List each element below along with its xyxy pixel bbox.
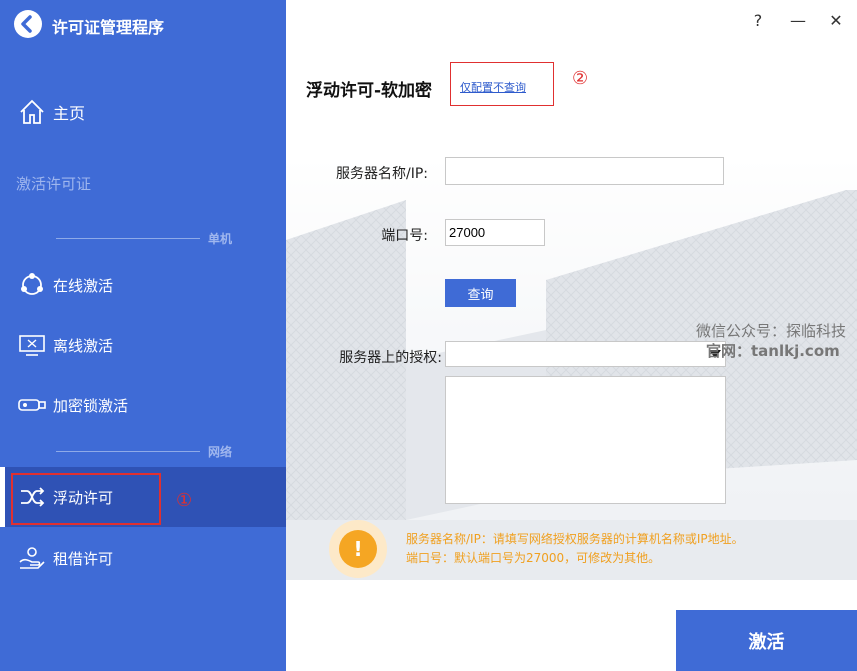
activate-button[interactable]: 激活 <box>676 610 857 671</box>
section-label-standalone: 单机 <box>208 232 233 246</box>
active-indicator <box>0 467 5 527</box>
sidebar-item-dongle-activation[interactable]: 加密锁激活 <box>0 375 286 435</box>
close-button[interactable]: ✕ <box>824 10 848 32</box>
annotation-marker: ① <box>176 490 193 511</box>
sidebar-item-home-label: 主页 <box>53 104 86 123</box>
minimize-button[interactable]: — <box>786 10 810 32</box>
sidebar: 许可证管理程序 主页 激活许可证 单机 在线激活 离线激活 加密锁激活 网络 浮… <box>0 0 286 671</box>
home-icon <box>20 99 44 124</box>
watermark-wechat: 微信公众号：探临科技 <box>696 322 847 340</box>
sidebar-item-online-activation[interactable]: 在线激活 <box>0 255 286 315</box>
section-divider <box>56 238 200 239</box>
hint-server: 服务器名称/IP：请填写网络授权服务器的计算机名称或IP地址。 <box>406 532 744 546</box>
sidebar-item-lease-license[interactable]: 租借许可 <box>0 528 286 588</box>
app-title: 许可证管理程序 <box>52 18 165 37</box>
page-title: 浮动许可-软加密 <box>306 81 433 101</box>
warning-icon-glyph: ! <box>339 530 377 568</box>
sidebar-item-online-activation-label: 在线激活 <box>53 276 114 295</box>
main-panel: ? — ✕ 浮动许可-软加密 仅配置不查询 ② 服务器名称/IP: 端口号: 查… <box>286 0 857 671</box>
server-licenses-select[interactable] <box>445 341 726 367</box>
sidebar-item-lease-license-label: 租借许可 <box>53 549 114 568</box>
sidebar-item-dongle-activation-label: 加密锁激活 <box>53 396 129 415</box>
sidebar-item-home[interactable]: 主页 <box>0 82 286 142</box>
sidebar-item-offline-activation[interactable]: 离线激活 <box>0 315 286 375</box>
query-button[interactable]: 查询 <box>445 279 516 307</box>
hand-coin-icon <box>19 547 45 569</box>
annotation-box <box>11 473 161 525</box>
annotation-box <box>450 62 554 106</box>
server-name-input[interactable] <box>445 157 724 185</box>
section-divider <box>56 451 200 452</box>
help-button[interactable]: ? <box>746 10 770 32</box>
hint-port: 端口号：默认端口号为27000，可修改为其他。 <box>406 551 661 565</box>
section-label-network: 网络 <box>208 445 233 459</box>
usb-dongle-icon <box>18 399 46 411</box>
share-nodes-icon <box>21 273 43 295</box>
warning-icon: ! <box>329 520 387 578</box>
sidebar-item-offline-activation-label: 离线激活 <box>53 336 114 355</box>
building-background-image <box>286 160 857 580</box>
sidebar-heading-activate-license: 激活许可证 <box>16 175 92 193</box>
back-button[interactable] <box>14 10 42 38</box>
back-arrow-icon <box>21 15 32 33</box>
port-input[interactable] <box>445 219 545 246</box>
server-licenses-list[interactable] <box>445 376 726 504</box>
watermark-website: 官网：tanlkj.com <box>706 342 840 360</box>
annotation-marker: ② <box>572 68 589 89</box>
monitor-icon <box>19 335 45 356</box>
server-licenses-label: 服务器上的授权: <box>339 350 442 366</box>
server-name-label: 服务器名称/IP: <box>335 166 428 182</box>
port-label: 端口号: <box>381 228 428 244</box>
app-header: 许可证管理程序 <box>0 0 286 50</box>
